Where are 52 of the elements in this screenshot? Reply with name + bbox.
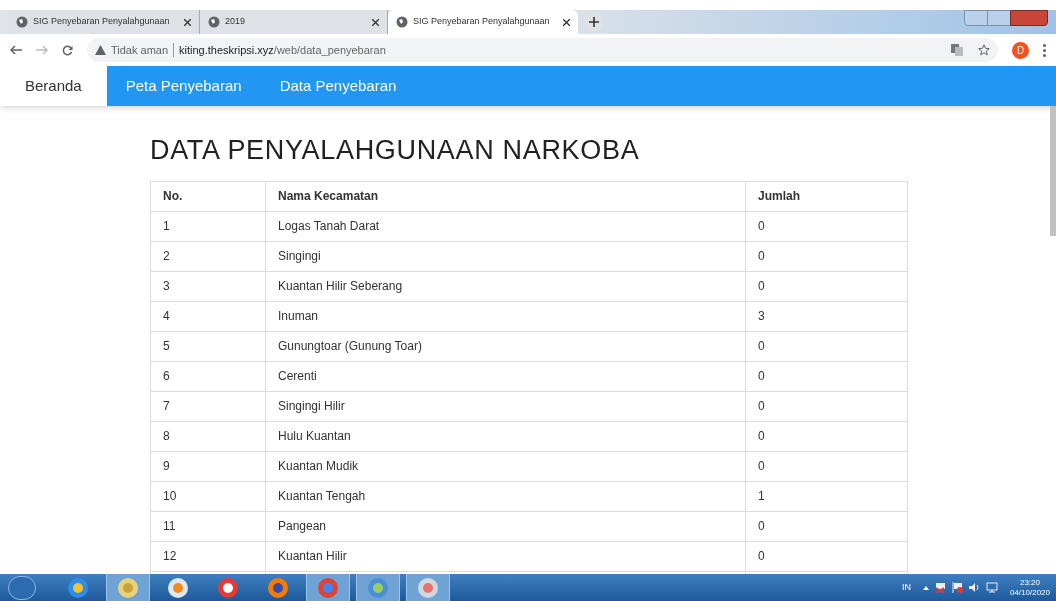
table-cell: 0: [745, 361, 908, 391]
browser-tab[interactable]: SIG Penyebaran Penyalahgunaan: [8, 10, 200, 34]
column-header: Nama Kecamatan: [265, 181, 746, 211]
table-cell: 8: [150, 421, 266, 451]
url-text: kiting.theskripsi.xyz/web/data_penyebaran: [179, 42, 386, 58]
table-cell: 0: [745, 331, 908, 361]
tab-title: 2019: [225, 15, 247, 29]
table-cell: 12: [150, 541, 266, 571]
table-cell: 6: [150, 361, 266, 391]
table-cell: Kuantan Hilir Seberang: [265, 271, 746, 301]
nav-link[interactable]: Beranda: [0, 66, 107, 106]
tab-title: SIG Penyebaran Penyalahgunaan: [33, 15, 171, 29]
language-indicator[interactable]: IN: [901, 580, 911, 595]
table-cell: Inuman: [265, 301, 746, 331]
table-cell: 0: [745, 391, 908, 421]
column-header: No.: [150, 181, 266, 211]
table-cell: 5: [150, 331, 266, 361]
page-heading: DATA PENYALAHGUNAAN NARKOBA: [150, 134, 641, 167]
table-cell: 11: [150, 511, 266, 541]
security-label: Tidak aman: [111, 42, 169, 58]
table-cell: Singingi: [265, 241, 746, 271]
table-cell: 0: [745, 541, 908, 571]
table-cell: 4: [150, 301, 266, 331]
table-cell: 7: [150, 391, 266, 421]
table-cell: Kuantan Mudik: [265, 451, 746, 481]
table-cell: 1: [150, 211, 266, 241]
table-cell: 0: [745, 421, 908, 451]
table-cell: Gunungtoar (Gunung Toar): [265, 331, 746, 361]
clock[interactable]: 23:20 04/10/2020: [1009, 577, 1050, 598]
table-cell: 3: [150, 271, 266, 301]
table-cell: 3: [745, 301, 908, 331]
table-cell: 1: [745, 481, 908, 511]
table-cell: Kuantan Hilir: [265, 541, 746, 571]
column-header: Jumlah: [745, 181, 908, 211]
table-cell: Singingi Hilir: [265, 391, 746, 421]
table-cell: Hulu Kuantan: [265, 421, 746, 451]
table-cell: 9: [150, 451, 266, 481]
table-cell: 0: [745, 511, 908, 541]
table-cell: 0: [745, 211, 908, 241]
table-cell: 0: [745, 451, 908, 481]
tab-title: SIG Penyebaran Penyalahgunaan: [413, 15, 551, 29]
table-cell: Kuantan Tengah: [265, 481, 746, 511]
browser-tab[interactable]: 2019: [200, 10, 388, 34]
table-cell: 0: [745, 241, 908, 271]
table-cell: 10: [150, 481, 266, 511]
table-cell: Pangean: [265, 511, 746, 541]
table-cell: 0: [745, 271, 908, 301]
table-cell: Cerenti: [265, 361, 746, 391]
browser-tab[interactable]: SIG Penyebaran Penyalahgunaan: [388, 10, 578, 34]
table-cell: 2: [150, 241, 266, 271]
address-bar[interactable]: Tidak aman kiting.theskripsi.xyz/web/data_penyebaran: [87, 38, 998, 62]
table-cell: Logas Tanah Darat: [265, 211, 746, 241]
